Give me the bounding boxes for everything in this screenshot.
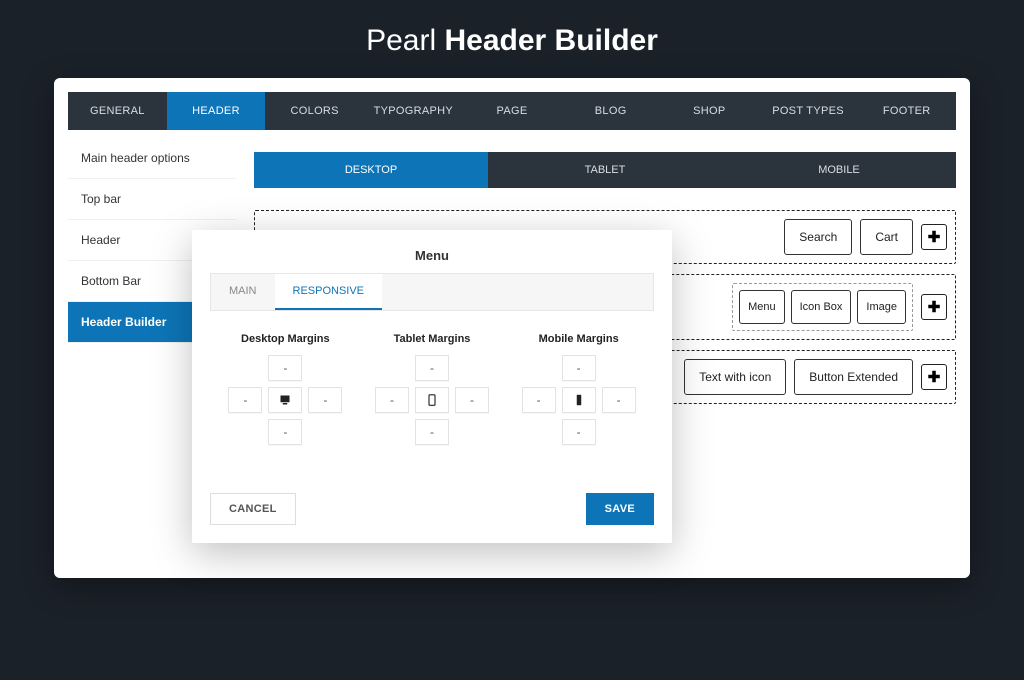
- block-iconbox[interactable]: Icon Box: [791, 290, 852, 324]
- modal-title: Menu: [192, 230, 672, 273]
- margin-right-input[interactable]: -: [308, 387, 342, 413]
- margin-left-input[interactable]: -: [375, 387, 409, 413]
- page-title-bold: Header Builder: [444, 24, 657, 57]
- margin-label: Tablet Margins: [359, 333, 506, 345]
- modal-tab-responsive[interactable]: RESPONSIVE: [275, 274, 383, 310]
- cancel-button[interactable]: CANCEL: [210, 493, 296, 525]
- block-cart[interactable]: Cart: [860, 219, 913, 255]
- margin-left-input[interactable]: -: [522, 387, 556, 413]
- block-search[interactable]: Search: [784, 219, 852, 255]
- margin-column-mobile: Mobile Margins - - - -: [505, 333, 652, 445]
- margin-bottom-input[interactable]: -: [562, 419, 596, 445]
- page-title: Pearl Header Builder: [0, 0, 1024, 78]
- margin-bottom-input[interactable]: -: [268, 419, 302, 445]
- margin-left-input[interactable]: -: [228, 387, 262, 413]
- device-tab-desktop[interactable]: DESKTOP: [254, 152, 488, 188]
- tab-page[interactable]: PAGE: [463, 92, 562, 130]
- block-buttonextended[interactable]: Button Extended: [794, 359, 913, 395]
- sidebar-item-main-header-options[interactable]: Main header options: [68, 138, 236, 179]
- margin-top-input[interactable]: -: [268, 355, 302, 381]
- tab-header[interactable]: HEADER: [167, 92, 266, 130]
- margin-right-input[interactable]: -: [455, 387, 489, 413]
- tab-general[interactable]: GENERAL: [68, 92, 167, 130]
- margin-right-input[interactable]: -: [602, 387, 636, 413]
- save-button[interactable]: SAVE: [586, 493, 654, 525]
- tab-typography[interactable]: TYPOGRAPHY: [364, 92, 463, 130]
- block-menu[interactable]: Menu: [739, 290, 785, 324]
- device-tab-tablet[interactable]: TABLET: [488, 152, 722, 188]
- device-tabs: DESKTOP TABLET MOBILE: [254, 152, 956, 188]
- tab-footer[interactable]: FOOTER: [857, 92, 956, 130]
- top-nav: GENERAL HEADER COLORS TYPOGRAPHY PAGE BL…: [68, 92, 956, 130]
- margin-column-desktop: Desktop Margins - - - -: [212, 333, 359, 445]
- tab-blog[interactable]: BLOG: [561, 92, 660, 130]
- block-image[interactable]: Image: [857, 290, 906, 324]
- modal-tabs: MAIN RESPONSIVE: [210, 273, 654, 311]
- block-textwithicon[interactable]: Text with icon: [684, 359, 786, 395]
- block-subgroup[interactable]: Menu Icon Box Image: [732, 283, 913, 331]
- margin-column-tablet: Tablet Margins - - - -: [359, 333, 506, 445]
- element-settings-modal: Menu MAIN RESPONSIVE Desktop Margins - -…: [192, 230, 672, 543]
- margin-bottom-input[interactable]: -: [415, 419, 449, 445]
- modal-content: Desktop Margins - - - - Tablet Margins -…: [192, 311, 672, 475]
- margin-top-input[interactable]: -: [562, 355, 596, 381]
- tab-posttypes[interactable]: POST TYPES: [759, 92, 858, 130]
- add-block-button[interactable]: ✚: [921, 364, 947, 390]
- add-block-button[interactable]: ✚: [921, 224, 947, 250]
- page-title-light: Pearl: [366, 24, 436, 57]
- tab-colors[interactable]: COLORS: [265, 92, 364, 130]
- tablet-icon: [415, 387, 449, 413]
- margin-top-input[interactable]: -: [415, 355, 449, 381]
- tab-shop[interactable]: SHOP: [660, 92, 759, 130]
- mobile-icon: [562, 387, 596, 413]
- device-tab-mobile[interactable]: MOBILE: [722, 152, 956, 188]
- modal-footer: CANCEL SAVE: [192, 475, 672, 543]
- margin-label: Mobile Margins: [505, 333, 652, 345]
- margin-label: Desktop Margins: [212, 333, 359, 345]
- desktop-icon: [268, 387, 302, 413]
- add-block-button[interactable]: ✚: [921, 294, 947, 320]
- sidebar-item-top-bar[interactable]: Top bar: [68, 179, 236, 220]
- modal-tab-main[interactable]: MAIN: [211, 274, 275, 310]
